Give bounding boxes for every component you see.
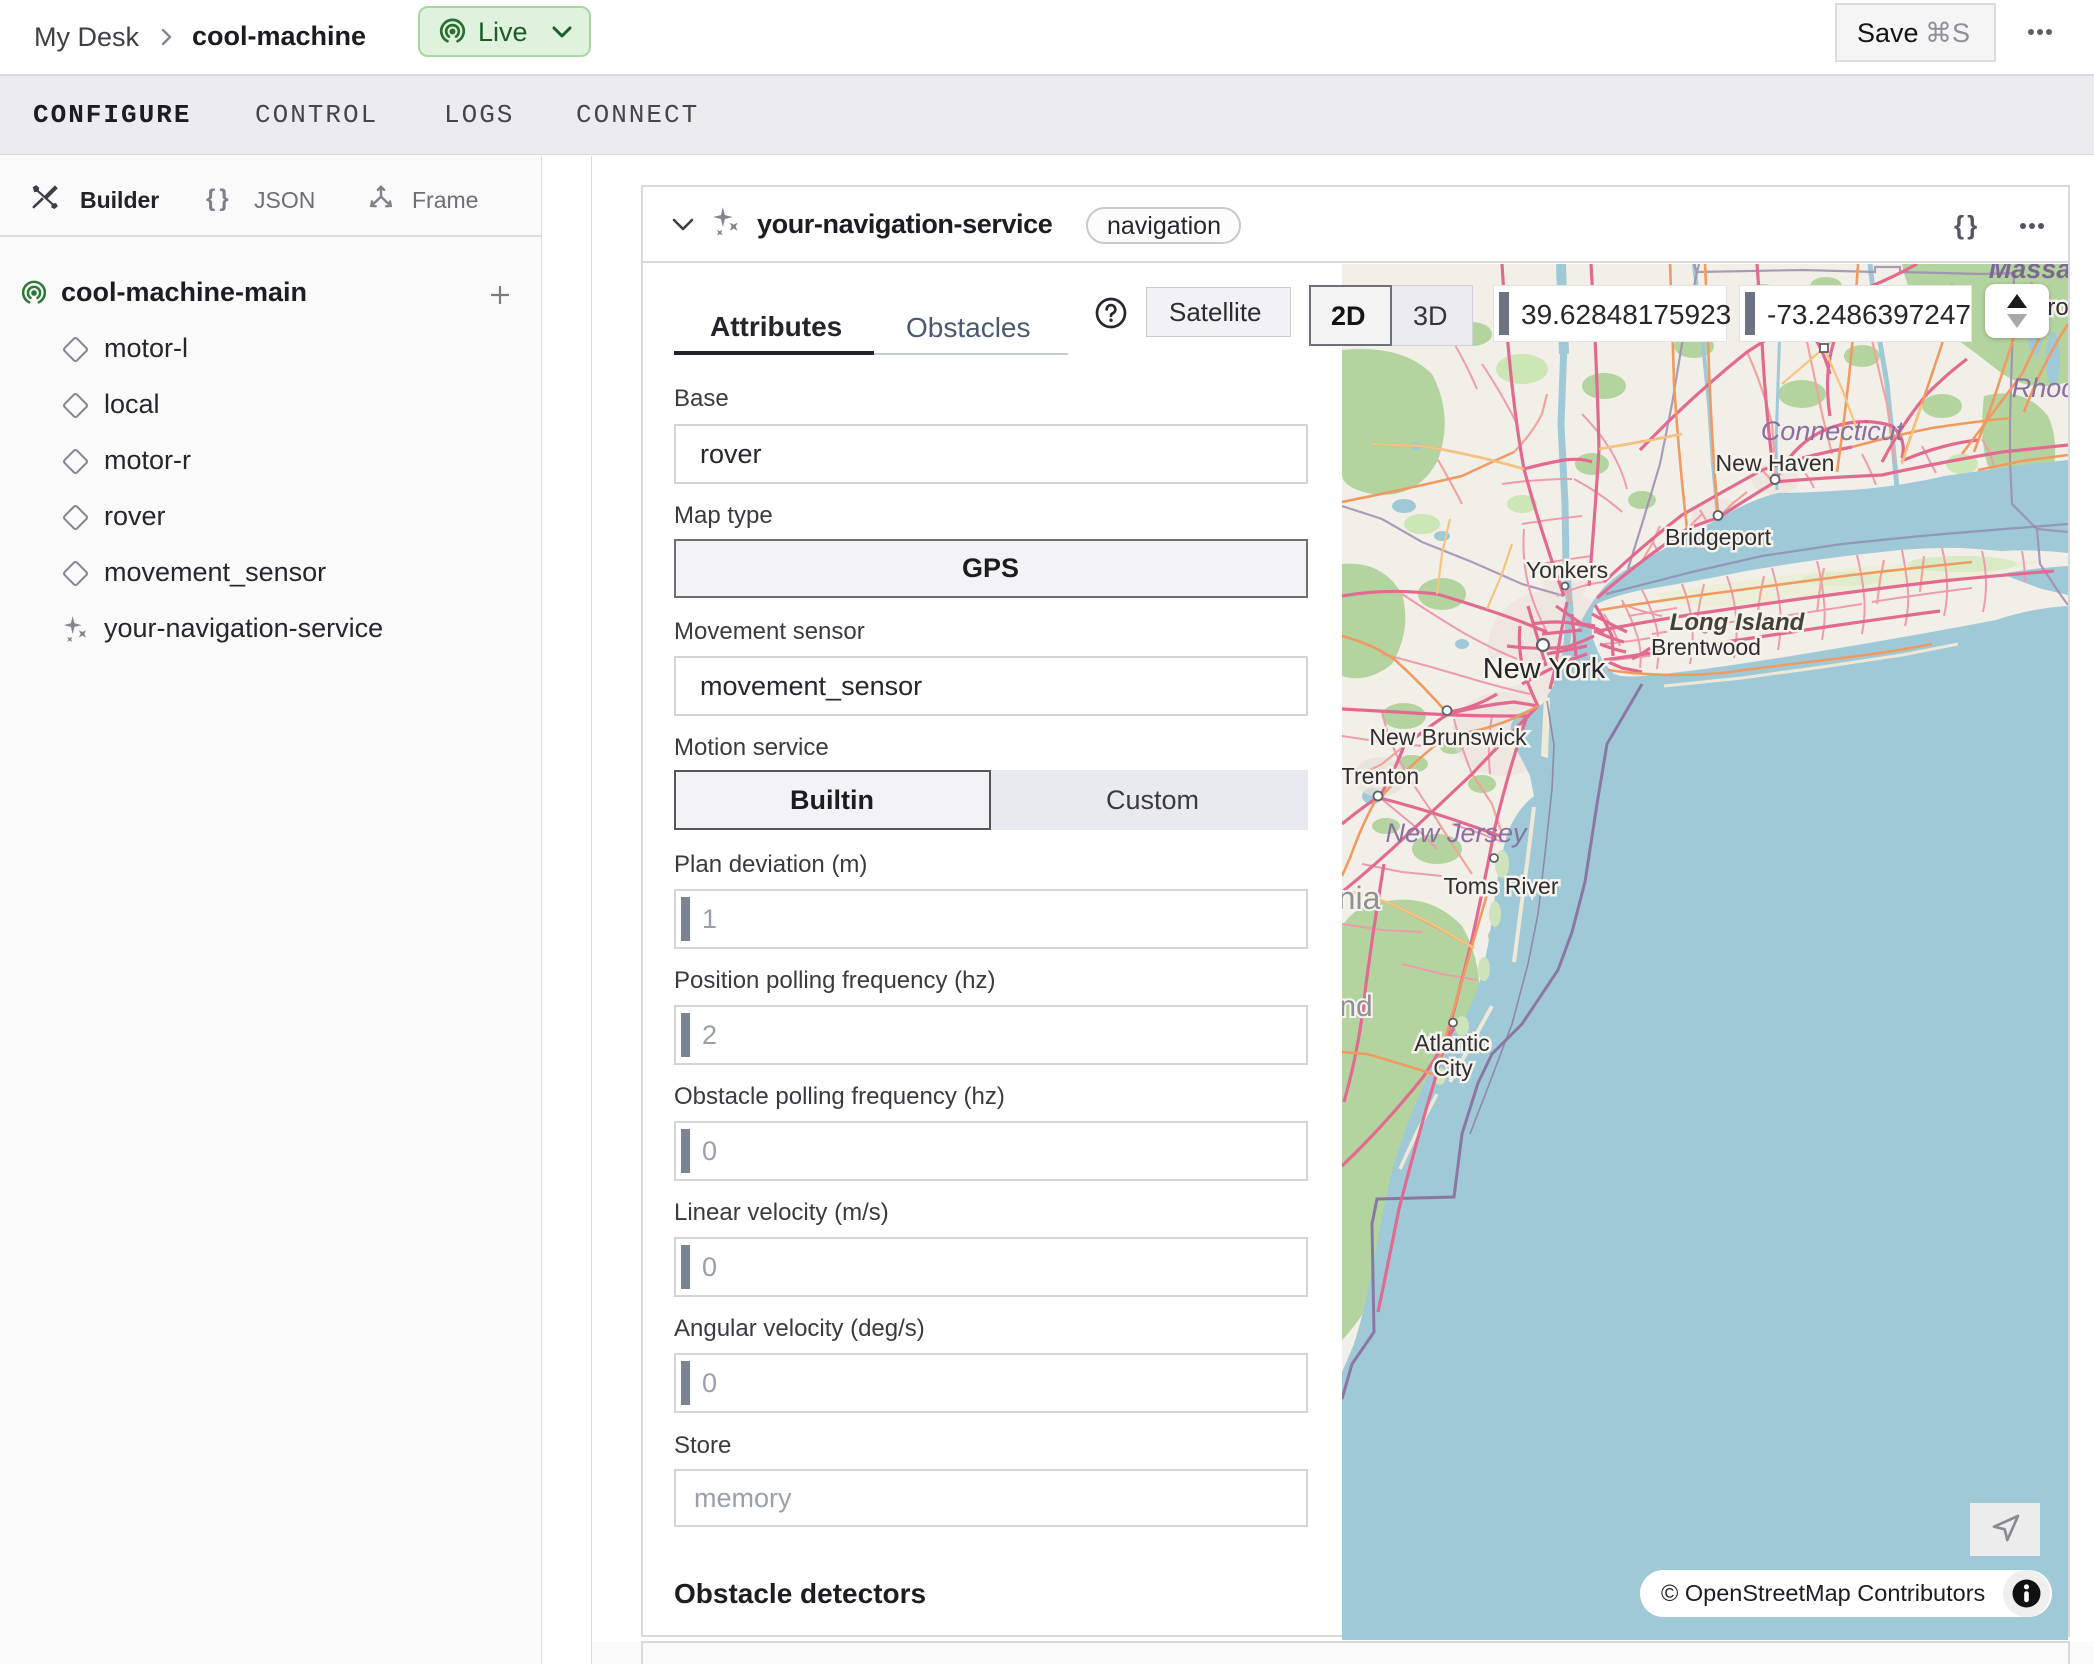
svg-text:Connecticut: Connecticut [1761,416,1905,446]
svg-text:Yonkers: Yonkers [1526,557,1608,583]
svg-text:Toms River: Toms River [1443,873,1558,899]
svg-text:Trenton: Trenton [1342,763,1419,789]
svg-text:Brentwood: Brentwood [1651,634,1761,660]
svg-text:Rhod: Rhod [2012,373,2068,403]
svg-text:Long Island: Long Island [1670,609,1806,636]
svg-text:nd: nd [1342,990,1373,1023]
svg-text:Atlantic: Atlantic [1414,1030,1489,1056]
svg-text:New Jersey: New Jersey [1385,818,1528,848]
svg-text:Massachu: Massachu [1989,264,2068,284]
svg-text:New York: New York [1483,653,1606,685]
svg-text:New Haven: New Haven [1716,450,1835,476]
svg-text:New Brunswick: New Brunswick [1369,724,1527,750]
svg-text:nia: nia [1342,880,1381,916]
svg-text:City: City [1433,1055,1473,1081]
svg-text:Bridgeport: Bridgeport [1665,524,1772,550]
